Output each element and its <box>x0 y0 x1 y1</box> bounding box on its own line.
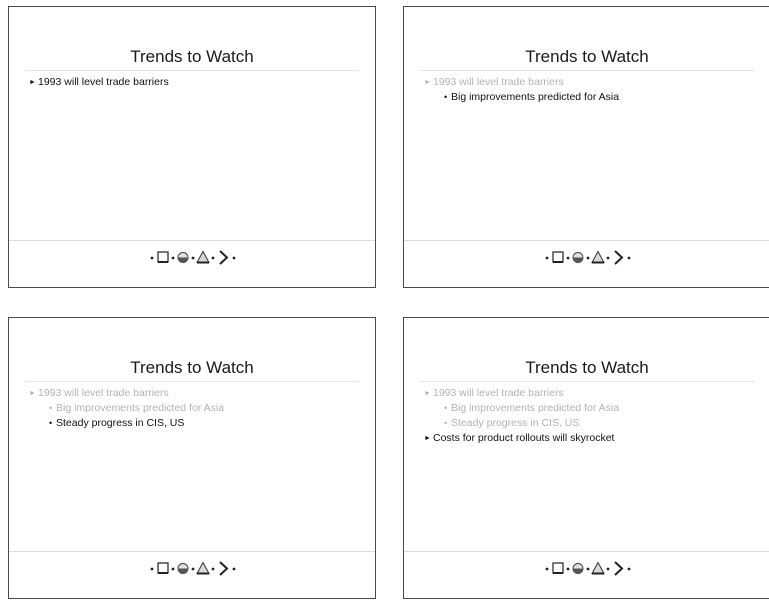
slide-3: Trends to Watch ► 1993 will level trade b… <box>8 317 376 599</box>
bullet-list: ► 1993 will level trade barriers <box>29 75 365 90</box>
bullet-dot-icon: • <box>49 403 53 413</box>
title-divider <box>420 70 754 71</box>
bullet-item-dimmed: • Steady progress in CIS, US <box>424 416 760 431</box>
footer-divider <box>9 551 375 552</box>
bullet-text: 1993 will level trade barriers <box>433 387 564 399</box>
footer-divider <box>404 240 769 241</box>
bullet-arrow-icon: ► <box>424 390 431 397</box>
title-divider <box>420 381 754 382</box>
bullet-item-dimmed: • Big improvements predicted for Asia <box>29 401 365 416</box>
logo-shapes-icon <box>404 559 769 577</box>
slide-title: Trends to Watch <box>525 47 649 66</box>
slide-title: Trends to Watch <box>130 47 254 66</box>
bullet-item-active: • Steady progress in CIS, US <box>29 416 365 431</box>
bullet-arrow-icon: ► <box>29 79 36 86</box>
bullet-text: Costs for product rollouts will skyrocke… <box>433 432 615 444</box>
slide-4: Trends to Watch ► 1993 will level trade b… <box>403 317 769 599</box>
slide-title: Trends to Watch <box>130 358 254 377</box>
footer-divider <box>404 551 769 552</box>
bullet-dot-icon: • <box>444 403 448 413</box>
bullet-dot-icon: • <box>49 418 53 428</box>
logo-shapes-icon <box>9 248 375 266</box>
bullet-item-active: ► 1993 will level trade barriers <box>29 75 365 90</box>
logo-shapes-icon <box>404 248 769 266</box>
title-divider <box>25 70 359 71</box>
bullet-text: Big improvements predicted for Asia <box>451 402 620 414</box>
bullet-text: Big improvements predicted for Asia <box>451 91 620 103</box>
bullet-text: 1993 will level trade barriers <box>38 76 169 88</box>
footer-divider <box>9 240 375 241</box>
bullet-arrow-icon: ► <box>424 435 431 442</box>
slide-1: Trends to Watch ► 1993 will level trade b… <box>8 6 376 288</box>
bullet-arrow-icon: ► <box>424 79 431 86</box>
bullet-item-dimmed: ► 1993 will level trade barriers <box>424 75 760 90</box>
bullet-text: 1993 will level trade barriers <box>433 76 564 88</box>
bullet-list: ► 1993 will level trade barriers • Big impr… <box>424 386 760 446</box>
bullet-item-dimmed: ► 1993 will level trade barriers <box>29 386 365 401</box>
bullet-dot-icon: • <box>444 418 448 428</box>
bullet-item-active: • Big improvements predicted for Asia <box>424 90 760 105</box>
slide-title: Trends to Watch <box>525 358 649 377</box>
bullet-text: 1993 will level trade barriers <box>38 387 169 399</box>
bullet-text: Steady progress in CIS, US <box>451 417 580 429</box>
bullet-list: ► 1993 will level trade barriers • Big impr… <box>29 386 365 431</box>
bullet-list: ► 1993 will level trade barriers • Big impr… <box>424 75 760 105</box>
bullet-item-dimmed: ► 1993 will level trade barriers <box>424 386 760 401</box>
bullet-text: Steady progress in CIS, US <box>56 417 185 429</box>
slide-2: Trends to Watch ► 1993 will level trade b… <box>403 6 769 288</box>
bullet-item-active: ► Costs for product rollouts will skyrock… <box>424 431 760 446</box>
logo-shapes-icon <box>9 559 375 577</box>
bullet-dot-icon: • <box>444 92 448 102</box>
title-divider <box>25 381 359 382</box>
bullet-item-dimmed: • Big improvements predicted for Asia <box>424 401 760 416</box>
bullet-text: Big improvements predicted for Asia <box>56 402 225 414</box>
bullet-arrow-icon: ► <box>29 390 36 397</box>
